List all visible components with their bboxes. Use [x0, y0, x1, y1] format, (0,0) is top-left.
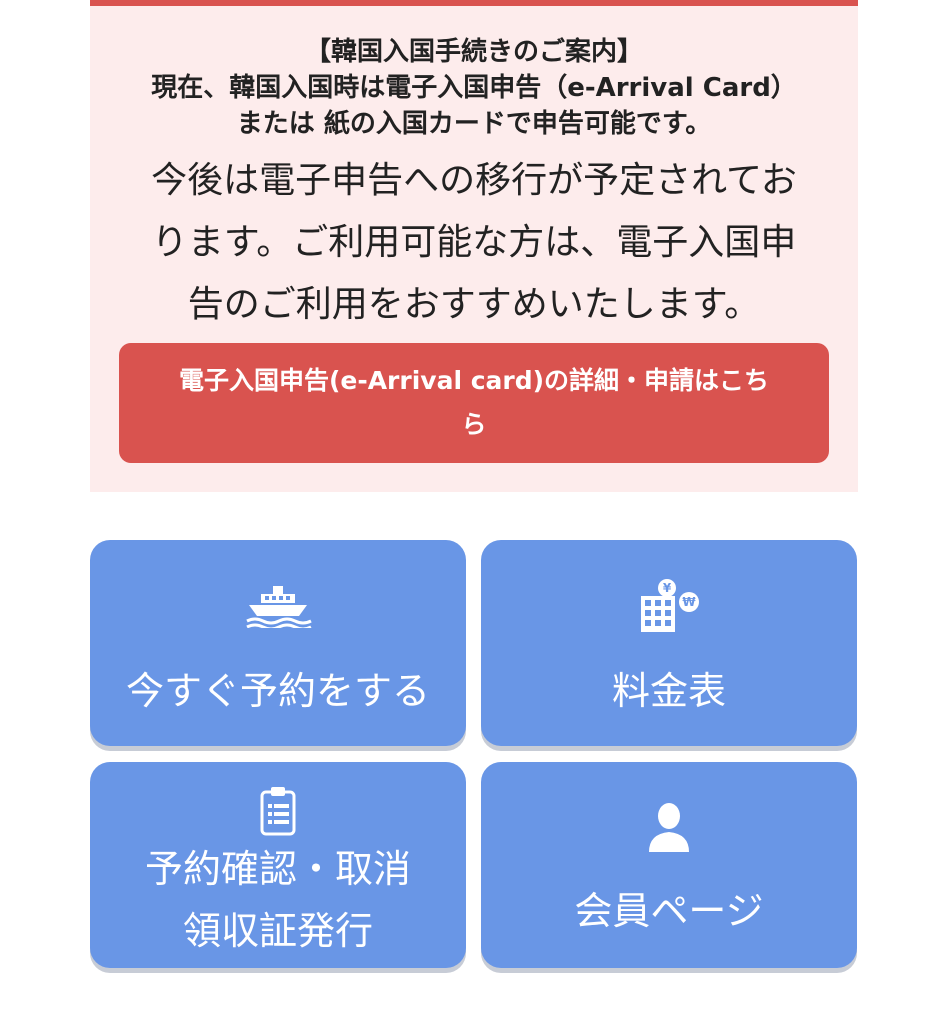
ship-icon	[90, 584, 466, 628]
book-now-label: 今すぐ予約をする	[125, 669, 430, 713]
book-now-button[interactable]: 今すぐ予約をする	[90, 540, 466, 746]
fare-table-label: 料金表	[611, 669, 726, 713]
clipboard-icon	[90, 786, 466, 836]
fare-table-button[interactable]: ¥ ₩ 料金表	[481, 540, 857, 746]
e-arrival-card-button[interactable]: 電子入国申告(e-Arrival card)の詳細・申請はこち ら	[119, 343, 829, 463]
notice-body-line: 今後は電子申告への移行が予定されてお	[151, 160, 797, 201]
currency-building-icon: ¥ ₩	[481, 578, 857, 634]
notice-title: 【韓国入国手続きのご案内】	[304, 37, 643, 67]
svg-text:¥: ¥	[663, 581, 672, 595]
notice-body-line: ります。ご利用可能な方は、電子入国申	[151, 222, 797, 263]
member-page-label: 会員ページ	[574, 889, 764, 933]
receipt-issue-label: 領収証発行	[182, 909, 373, 953]
user-icon	[481, 802, 857, 852]
e-arrival-card-button-label: ら	[461, 410, 487, 439]
svg-text:₩: ₩	[682, 595, 696, 609]
korea-entry-notice: 【韓国入国手続きのご案内】 現在、韓国入国時は電子入国申告（e-Arrival …	[90, 6, 858, 492]
e-arrival-card-button-label: 電子入国申告(e-Arrival card)の詳細・申請はこち	[178, 366, 770, 395]
notice-heading-line: 現在、韓国入国時は電子入国申告（e-Arrival Card）	[151, 73, 797, 103]
reservation-check-button[interactable]: 予約確認・取消 領収証発行	[90, 762, 466, 968]
reservation-check-label: 予約確認・取消	[144, 847, 411, 891]
notice-body-line: 告のご利用をおすすめいたします。	[187, 284, 761, 325]
notice-heading-line: または 紙の入国カードで申告可能です。	[236, 109, 712, 139]
member-page-button[interactable]: 会員ページ	[481, 762, 857, 968]
